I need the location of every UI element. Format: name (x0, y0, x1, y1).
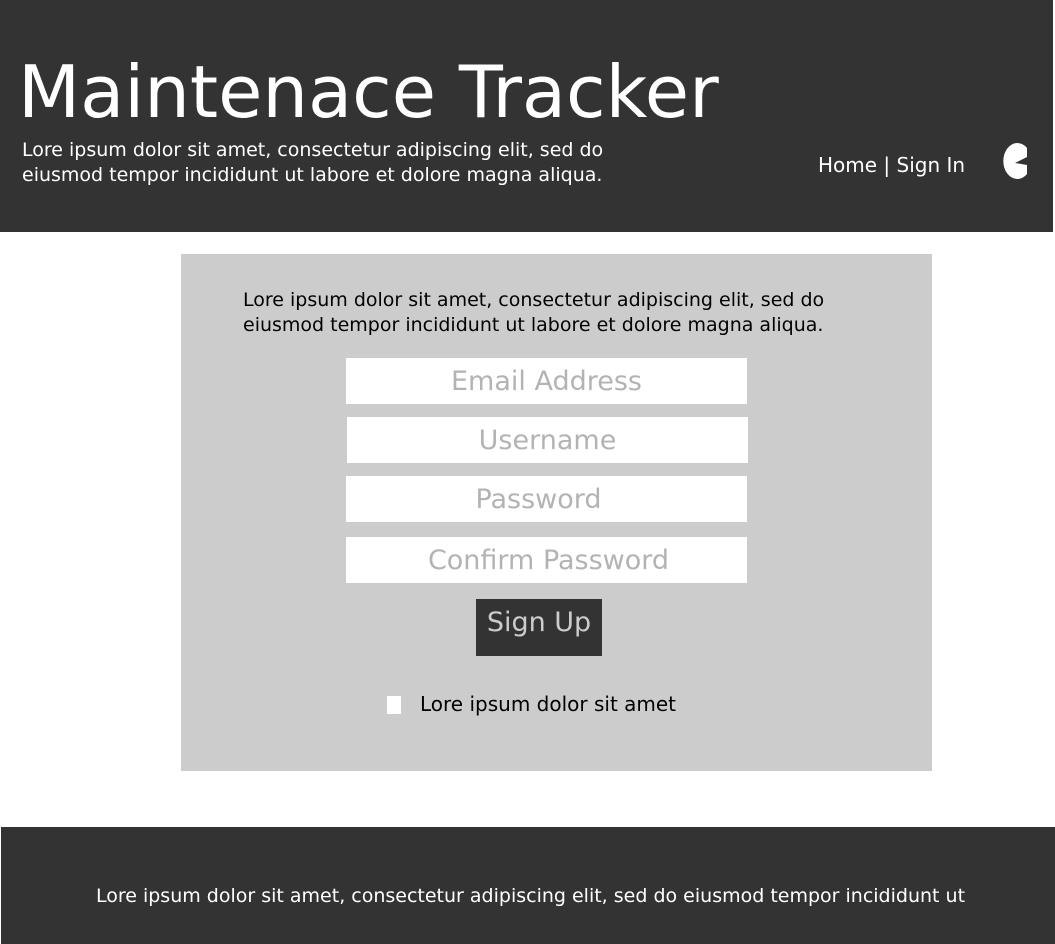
username-field[interactable] (347, 417, 748, 463)
confirm-password-field[interactable] (346, 537, 747, 583)
nav-home-link[interactable]: Home (818, 153, 877, 177)
email-field[interactable] (346, 358, 747, 404)
top-nav: Home | Sign In (818, 152, 965, 178)
footer-text: Lore ipsum dolor sit amet, consectetur a… (95, 885, 966, 907)
header-tagline: Lore ipsum dolor sit amet, consectetur a… (22, 139, 604, 186)
page-title: Maintenace Tracker (18, 50, 719, 134)
nav-separator: | (877, 153, 897, 177)
nav-sign-in-link[interactable]: Sign In (897, 153, 966, 177)
sign-up-button[interactable]: Sign Up (476, 599, 602, 656)
password-field[interactable] (346, 476, 747, 522)
form-intro-text: Lore ipsum dolor sit amet, consectetur a… (243, 289, 825, 336)
checkbox-label: Lore ipsum dolor sit amet (420, 692, 677, 716)
pacman-logo-icon (1003, 143, 1027, 179)
agree-checkbox[interactable] (387, 696, 401, 714)
